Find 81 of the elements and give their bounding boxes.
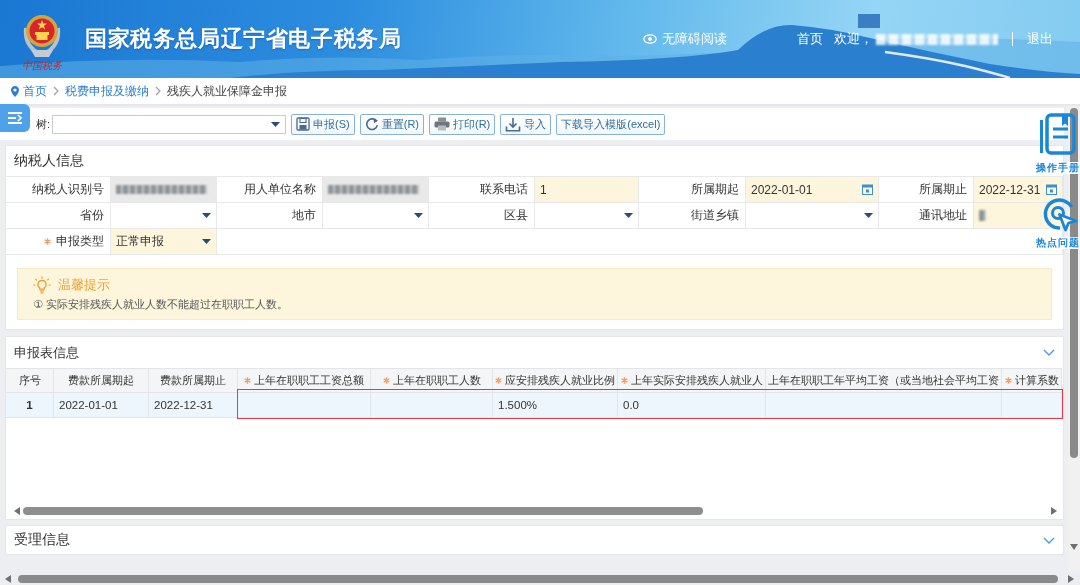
column-header: 应安排残疾人就业比例 xyxy=(505,373,615,388)
arrow-left-icon[interactable] xyxy=(5,574,11,583)
field-label: 省份 xyxy=(80,207,104,224)
lightbulb-icon xyxy=(33,276,51,294)
refresh-icon xyxy=(364,117,379,131)
caret-down-icon xyxy=(202,239,211,244)
download-template-button[interactable]: 下载导入模版(excel) xyxy=(556,113,666,135)
table-cell: 0.0 xyxy=(618,393,766,418)
calendar-icon xyxy=(1046,184,1057,195)
welcome-text: 欢迎， xyxy=(834,30,873,48)
field-label: 申报类型 xyxy=(56,233,104,250)
scrollbar-thumb[interactable] xyxy=(1070,108,1078,458)
chevron-down-icon[interactable] xyxy=(1043,349,1055,356)
hot-questions-button[interactable]: 热点问题 xyxy=(1035,196,1080,249)
caret-down-icon xyxy=(864,213,873,218)
column-header: 上年在职职工年平均工资（或当地社会平均工资 xyxy=(768,373,999,388)
scrollbar-thumb[interactable] xyxy=(23,506,703,515)
field-label: 地市 xyxy=(292,207,316,224)
chevron-down-icon[interactable] xyxy=(1043,536,1055,544)
column-header: 费款所属期起 xyxy=(68,373,134,388)
caret-down-icon xyxy=(202,213,211,218)
breadcrumb-current: 残疾人就业保障金申报 xyxy=(167,82,287,100)
column-header: 计算系数 xyxy=(1014,373,1059,388)
menu-icon xyxy=(7,110,23,126)
arrow-right-icon[interactable] xyxy=(1068,574,1074,583)
printer-icon xyxy=(434,117,450,131)
field-label: 街道乡镇 xyxy=(691,207,739,224)
date-field[interactable]: 2022-12-31 xyxy=(974,177,1062,202)
section-title: 纳税人信息 xyxy=(14,152,84,170)
column-header: 上年在职职工工资总额 xyxy=(254,373,364,388)
chevron-right-icon xyxy=(155,86,161,96)
calendar-icon xyxy=(862,184,873,195)
download-icon xyxy=(505,116,522,132)
arrow-left-icon[interactable] xyxy=(14,506,20,515)
table-cell: 1.500% xyxy=(493,393,618,418)
reset-button[interactable]: 重置(R) xyxy=(359,113,424,135)
caret-down-icon xyxy=(624,213,633,218)
notice-title: 温馨提示 xyxy=(58,276,110,294)
text-field[interactable]: 1 xyxy=(535,177,638,202)
field-label: 区县 xyxy=(504,207,528,224)
field-label: 联系电话 xyxy=(480,181,528,198)
vertical-scrollbar[interactable] xyxy=(1068,106,1080,572)
arrow-down-icon[interactable] xyxy=(1070,544,1078,550)
save-button[interactable]: 申报(S) xyxy=(291,113,355,135)
eye-icon xyxy=(643,34,657,44)
notice-text: ① 实际安排残疾人就业人数不能超过在职职工人数。 xyxy=(33,297,289,312)
logo-caption: 中国税务 xyxy=(22,60,62,72)
table-cell: 1 xyxy=(6,393,54,418)
column-header: 序号 xyxy=(18,373,41,388)
user-manual-button[interactable]: 操作手册 xyxy=(1035,113,1080,174)
field-label: 所属期起 xyxy=(691,181,739,198)
field-label: 用人单位名称 xyxy=(244,181,316,198)
home-link[interactable]: 首页 xyxy=(797,30,823,48)
text-field[interactable] xyxy=(974,203,1062,228)
caret-down-icon xyxy=(414,213,423,218)
document-icon xyxy=(1039,113,1077,157)
column-header: 上年实际安排残疾人就业人 xyxy=(630,373,763,388)
section-title: 受理信息 xyxy=(14,531,70,549)
chevron-right-icon xyxy=(53,86,59,96)
section-title: 申报表信息 xyxy=(14,343,79,362)
table-cell: 2022-12-31 xyxy=(149,393,238,418)
field-label: 通讯地址 xyxy=(919,207,967,224)
field-label: 纳税人识别号 xyxy=(32,181,104,198)
select-field[interactable] xyxy=(52,114,287,134)
site-title: 国家税务总局辽宁省电子税务局 xyxy=(85,25,402,53)
arrow-right-icon[interactable] xyxy=(1051,506,1057,515)
caret-down-icon xyxy=(271,121,281,127)
select-field[interactable]: 正常申报 xyxy=(111,229,216,254)
import-button[interactable]: 导入 xyxy=(500,113,552,135)
date-field[interactable]: 2022-01-01 xyxy=(746,177,878,202)
column-header: 费款所属期止 xyxy=(160,373,226,388)
location-pin-icon xyxy=(11,85,19,97)
breadcrumb-link[interactable]: 首页 xyxy=(23,82,47,100)
column-header: 上年在职职工人数 xyxy=(392,373,481,388)
sidebar-toggle-button[interactable] xyxy=(0,104,30,132)
field-label: 树: xyxy=(36,116,51,132)
print-button[interactable]: 打印(R) xyxy=(429,113,496,135)
scrollbar-thumb[interactable] xyxy=(18,574,1058,583)
breadcrumb-link[interactable]: 税费申报及缴纳 xyxy=(65,82,149,100)
field-label: 所属期止 xyxy=(919,181,967,198)
table-cell: 2022-01-01 xyxy=(54,393,149,418)
